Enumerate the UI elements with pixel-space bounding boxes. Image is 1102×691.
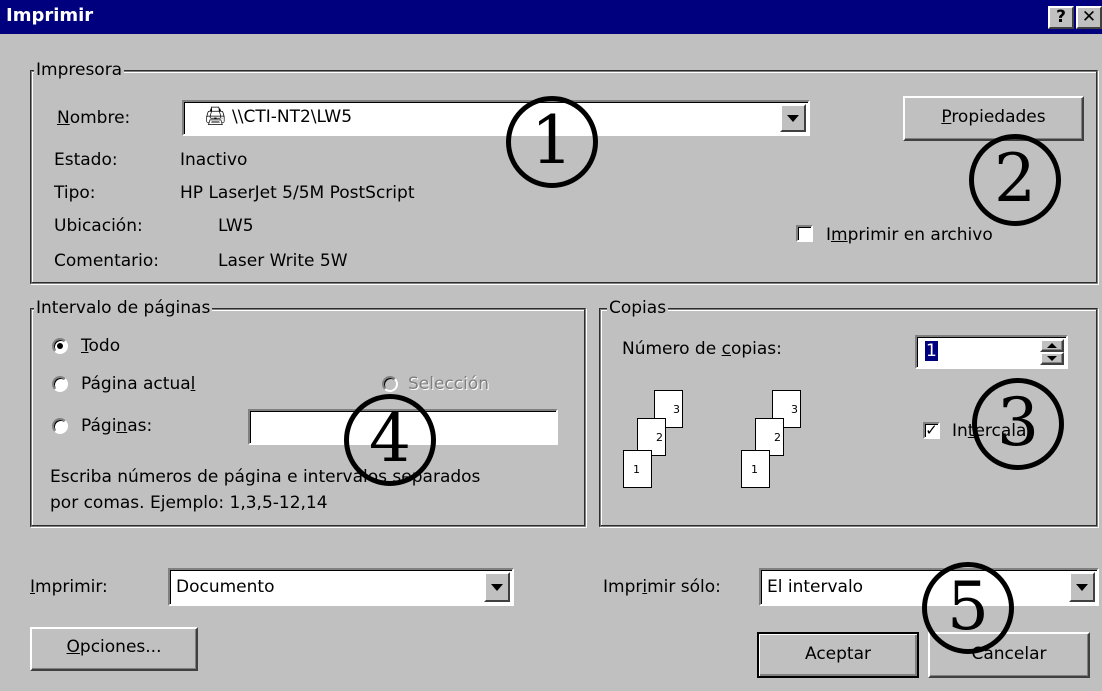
annotation-1: 1 (506, 96, 598, 188)
all-pages-label: Todo (81, 336, 121, 356)
title-bar (0, 0, 1102, 34)
number-of-copies-label: Número de copias: (622, 339, 782, 359)
page-range-hint-line2: por comas. Ejemplo: 1,3,5-12,14 (50, 493, 328, 513)
annotation-3: 3 (972, 378, 1064, 470)
collate-checkbox[interactable]: ✓ (923, 422, 940, 439)
location-value: LW5 (218, 216, 254, 236)
pages-radio[interactable] (52, 418, 68, 434)
print-only-value: El intervalo (767, 577, 864, 597)
selection-radio[interactable] (382, 376, 398, 392)
options-button[interactable]: Opciones... (30, 627, 198, 671)
number-of-copies-spinner[interactable]: 1 (915, 335, 1068, 369)
printer-name-label: Nombre: (57, 108, 131, 128)
current-page-label: Página actual (81, 374, 196, 394)
pages-label: Páginas: (81, 416, 153, 436)
printer-group-legend: Impresora (34, 60, 125, 80)
spin-up-button[interactable] (1040, 339, 1064, 352)
number-of-copies-value: 1 (925, 341, 938, 361)
copies-legend: Copias (607, 298, 669, 318)
arrow-down-icon (1047, 356, 1057, 361)
all-pages-radio[interactable] (52, 338, 68, 354)
help-button[interactable]: ? (1048, 6, 1074, 29)
printer-name-value: \\CTI-NT2\LW5 (232, 107, 353, 127)
type-label: Tipo: (54, 183, 96, 203)
comment-label: Comentario: (54, 251, 159, 271)
chevron-down-icon (491, 583, 503, 591)
close-button[interactable]: ✕ (1076, 6, 1102, 29)
collate-illustration-2: 3 2 1 (738, 390, 818, 500)
print-what-value: Documento (176, 577, 275, 597)
ok-button[interactable]: Aceptar (757, 632, 919, 678)
print-what-combobox[interactable]: Documento (168, 568, 514, 606)
current-page-radio[interactable] (52, 376, 68, 392)
selection-label: Selección (408, 374, 490, 394)
print-to-file-label: Imprimir en archivo (826, 225, 993, 245)
chevron-down-icon (787, 114, 799, 122)
page-icon: 1 (741, 450, 770, 488)
chevron-down-icon (1076, 583, 1088, 591)
printer-name-dropdown-button[interactable] (780, 104, 806, 132)
annotation-4: 4 (344, 394, 436, 486)
print-to-file-checkbox[interactable] (796, 225, 813, 242)
printer-icon: 🖨 (204, 106, 227, 127)
spin-down-button[interactable] (1040, 352, 1064, 365)
annotation-5: 5 (922, 562, 1014, 654)
type-value: HP LaserJet 5/5M PostScript (180, 183, 415, 203)
comment-value: Laser Write 5W (218, 251, 348, 271)
window-title: Imprimir (6, 5, 94, 26)
print-what-dropdown-button[interactable] (484, 572, 510, 602)
page-range-legend: Intervalo de páginas (34, 298, 213, 318)
page-icon: 1 (623, 450, 652, 488)
properties-button[interactable]: Propiedades (903, 96, 1084, 141)
print-only-label: Imprimir sólo: (603, 577, 721, 597)
status-value: Inactivo (180, 150, 248, 170)
printer-name-combobox[interactable]: 🖨 \\CTI-NT2\LW5 (182, 100, 810, 136)
status-label: Estado: (54, 150, 118, 170)
collate-illustration-1: 3 2 1 (620, 390, 700, 500)
print-only-dropdown-button[interactable] (1069, 572, 1095, 602)
print-what-label: Imprimir: (30, 577, 108, 597)
location-label: Ubicación: (54, 216, 143, 236)
annotation-2: 2 (969, 134, 1061, 226)
arrow-up-icon (1047, 343, 1057, 348)
